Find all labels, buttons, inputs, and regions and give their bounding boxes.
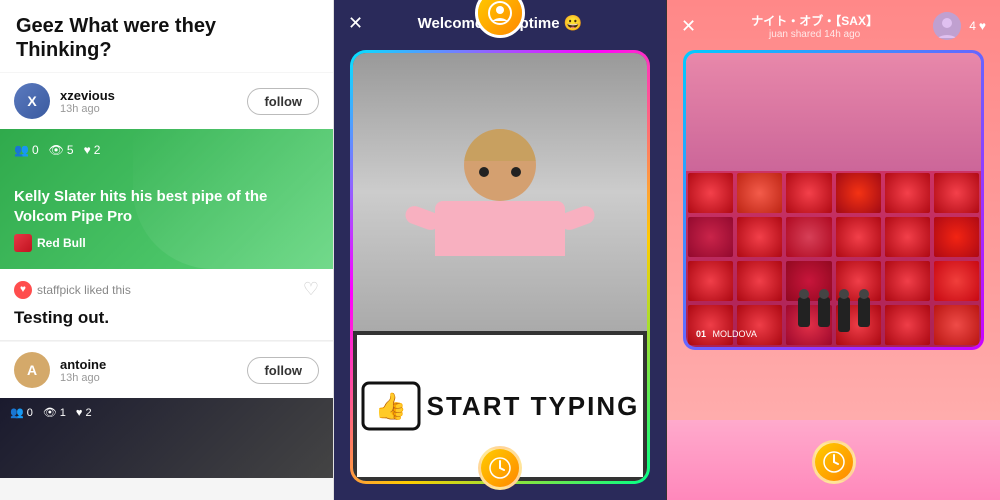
heart-icon-like[interactable]: ♡	[303, 279, 319, 300]
feed-header: Geez What were they Thinking?	[0, 0, 333, 72]
liked-left: ♥ staffpick liked this	[14, 281, 131, 299]
username-1: xzevious	[60, 88, 247, 103]
count-number: 4	[969, 19, 976, 33]
panel-music: ✕ ナイト・オブ・【SAX】 juan shared 14h ago 4 ♥	[667, 0, 1000, 500]
uptime-icon-p3	[823, 451, 845, 473]
liked-row: ♥ staffpick liked this ♡	[0, 269, 333, 304]
p3-stage-bottom: 01 MOLDOVA	[686, 171, 981, 347]
source-name: Red Bull	[37, 236, 86, 250]
card-stats: 👥 0 👁 5 ♥ 2	[14, 143, 319, 157]
stat-views: 👁 5	[49, 143, 74, 157]
performer-4	[858, 297, 870, 327]
user-time-2: 13h ago	[60, 372, 247, 384]
eye-icon: 👁	[49, 143, 64, 157]
likes-count: 2	[94, 143, 101, 157]
follow-button-2[interactable]: follow	[247, 357, 319, 384]
user-row-2: A antoine 13h ago follow	[0, 342, 333, 398]
performer-3	[838, 297, 850, 332]
p2-eye-right	[511, 167, 521, 177]
card-title: Kelly Slater hits his best pipe of the V…	[14, 187, 319, 226]
p2-arm-left	[403, 203, 442, 232]
people-icon: 👥	[14, 143, 29, 157]
stat-people: 👥 0	[14, 143, 39, 157]
panel-uptime: UPTIME UPTIME UPTIME UPTIME UPTIME UPTIM…	[334, 0, 667, 500]
post-title: Testing out.	[0, 304, 333, 340]
avatar-antoine: A	[14, 352, 50, 388]
username-2: antoine	[60, 357, 247, 372]
people-icon-dark: 👥	[10, 406, 24, 419]
song-title: ナイト・オブ・【SAX】	[751, 12, 878, 29]
p3-song-info: ナイト・オブ・【SAX】 juan shared 14h ago	[751, 12, 878, 40]
user-time-1: 13h ago	[60, 103, 247, 115]
stage-label: 01 MOLDOVA	[696, 329, 757, 339]
divider-1	[0, 340, 333, 341]
uptime-icon-bottom	[489, 457, 511, 479]
p2-body	[435, 201, 565, 256]
p3-user-avatar	[933, 12, 961, 40]
p2-head	[464, 129, 536, 201]
close-icon-p2[interactable]: ✕	[348, 13, 363, 34]
p2-card-inner: 👍 START TYPING	[353, 53, 647, 481]
p3-count-heart: 4 ♥	[969, 19, 986, 33]
card-kelly-slater[interactable]: 👥 0 👁 5 ♥ 2 Kelly Slater hits his best p…	[0, 129, 333, 269]
p2-content-card: 👍 START TYPING	[350, 50, 650, 484]
label-country: MOLDOVA	[713, 329, 757, 339]
card-dark-stats: 👥 0 👁 1 ♥ 2	[10, 406, 92, 419]
avatar-xzevious: X	[14, 83, 50, 119]
dark-stat-likes: ♥ 2	[76, 406, 92, 419]
heart-icon-card: ♥	[84, 143, 91, 157]
user-row-1: X xzevious 13h ago follow	[0, 73, 333, 129]
user-avatar-icon	[933, 12, 961, 40]
card-dark[interactable]: 👥 0 👁 1 ♥ 2	[0, 398, 333, 478]
p3-card-inner: 01 MOLDOVA	[686, 53, 981, 347]
stat-likes: ♥ 2	[84, 143, 101, 157]
heart-icon-p3: ♥	[979, 19, 986, 33]
performer-2	[818, 297, 830, 327]
p2-hair	[464, 129, 536, 161]
p3-stage-top	[686, 53, 981, 171]
p3-content-card: 01 MOLDOVA	[683, 50, 984, 350]
performer-1	[798, 297, 810, 327]
uptime-logo-icon	[488, 1, 512, 25]
dark-stat-people: 👥 0	[10, 406, 33, 419]
p2-bottom-logo	[478, 446, 522, 490]
p2-logo-circle	[478, 446, 522, 490]
panel-feed: Geez What were they Thinking? X xzevious…	[0, 0, 334, 500]
people-count: 0	[32, 143, 39, 157]
user-info-1: xzevious 13h ago	[60, 88, 247, 115]
user-info-2: antoine 13h ago	[60, 357, 247, 384]
p3-performers	[798, 297, 870, 332]
p3-logo-circle-bottom	[812, 440, 856, 484]
p2-person-area	[353, 53, 647, 331]
staffpick-icon: ♥	[14, 281, 32, 299]
label-number: 01	[696, 329, 706, 339]
p3-bottom-logo	[667, 440, 1000, 484]
liked-text: staffpick liked this	[37, 283, 131, 297]
p2-arm-right	[558, 203, 597, 232]
feed-title: Geez What were they Thinking?	[16, 14, 317, 62]
card-source: Red Bull	[14, 234, 319, 252]
shared-text: juan shared 14h ago	[769, 29, 860, 40]
heart-icon-dark: ♥	[76, 407, 83, 419]
follow-button-1[interactable]: follow	[247, 88, 319, 115]
staffpick-badge: ♥	[14, 281, 32, 299]
p2-eye-left	[479, 167, 489, 177]
source-logo	[14, 234, 32, 252]
dark-stat-views: 👁 1	[43, 406, 66, 419]
views-count: 5	[67, 143, 74, 157]
panel3-header: ✕ ナイト・オブ・【SAX】 juan shared 14h ago 4 ♥	[667, 0, 1000, 52]
close-icon-p3[interactable]: ✕	[681, 16, 696, 37]
p3-right-controls: 4 ♥	[933, 12, 986, 40]
eye-icon-dark: 👁	[43, 406, 57, 419]
